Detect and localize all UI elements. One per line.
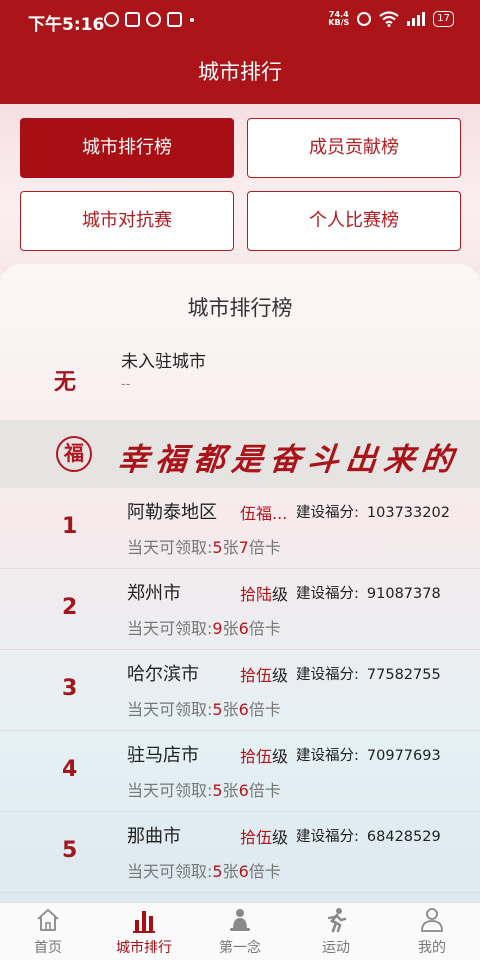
nav-label: 首页 xyxy=(34,940,62,956)
city-name: 那曲市 xyxy=(127,826,181,847)
wifi-icon xyxy=(379,11,399,27)
bar-chart-icon xyxy=(133,911,155,933)
slogan-text: 幸福都是奋斗出来的 xyxy=(115,442,462,478)
notification-icons xyxy=(104,12,194,27)
nav-label: 我的 xyxy=(418,940,446,956)
alarm-icon xyxy=(357,12,372,26)
city-name: 驻马店市 xyxy=(127,745,199,766)
claimable-cards: 当天可领取:5张7倍卡 xyxy=(127,538,281,557)
city-level: 拾伍级 xyxy=(240,666,289,685)
bottom-nav: 首页 城市排行 第一念 运动 我的 xyxy=(0,902,480,960)
nav-sport[interactable]: 运动 xyxy=(288,903,384,960)
running-icon xyxy=(327,908,347,933)
city-level: 拾伍级 xyxy=(240,747,289,766)
city-name: 郑州市 xyxy=(127,583,181,604)
nav-home[interactable]: 首页 xyxy=(0,903,96,960)
signal-icon xyxy=(407,12,426,26)
status-bar: 下午5:16 74.4 KB/S 17 xyxy=(0,0,480,40)
build-points: 建设福分: 77582755 xyxy=(296,667,441,683)
my-city-rank: 无 xyxy=(54,370,77,395)
rank-number: 2 xyxy=(62,595,78,620)
ranking-row[interactable]: 3 哈尔滨市 拾伍级 建设福分: 77582755 当天可领取:5张6倍卡 xyxy=(0,650,480,731)
my-city-sub: -- xyxy=(121,377,131,392)
my-city-name: 未入驻城市 xyxy=(121,352,206,372)
block-icon xyxy=(146,12,161,27)
nav-city-ranking[interactable]: 城市排行 xyxy=(96,903,192,960)
notification-icon xyxy=(104,12,119,27)
ranking-row[interactable]: 5 那曲市 拾伍级 建设福分: 68428529 当天可领取:5张6倍卡 xyxy=(0,812,480,893)
fu-seal-icon: 福 xyxy=(56,436,92,472)
rank-number: 5 xyxy=(62,838,78,863)
build-points: 建设福分: 68428529 xyxy=(296,829,441,845)
net-speed: 74.4 KB/S xyxy=(328,10,350,27)
city-name: 哈尔滨市 xyxy=(127,664,199,685)
tab-city-ranking[interactable]: 城市排行榜 xyxy=(20,118,234,178)
nav-label: 运动 xyxy=(322,940,350,956)
nav-mine[interactable]: 我的 xyxy=(384,903,480,960)
meditation-icon xyxy=(230,909,250,931)
ranking-title: 城市排行榜 xyxy=(187,296,293,320)
ranking-row[interactable]: 1 阿勒泰地区 伍福... 建设福分: 103733202 当天可领取:5张7倍卡 xyxy=(0,488,480,569)
city-level: 拾陆级 xyxy=(240,585,289,604)
nav-first-thought[interactable]: 第一念 xyxy=(192,903,288,960)
build-points: 建设福分: 91087378 xyxy=(296,586,441,602)
build-points: 建设福分: 103733202 xyxy=(296,505,450,521)
hero-area: 城市排行榜 成员贡献榜 城市对抗赛 个人比赛榜 xyxy=(0,104,480,274)
weibo-icon xyxy=(167,12,182,27)
city-level: 伍福... xyxy=(240,504,288,523)
tab-member-contribution[interactable]: 成员贡献榜 xyxy=(247,118,461,178)
nav-label: 城市排行 xyxy=(116,940,172,956)
ranking-card: 城市排行榜 无 未入驻城市 -- 福 幸福都是奋斗出来的 1 阿勒泰地区 伍福.… xyxy=(0,264,480,902)
rank-number: 1 xyxy=(62,514,78,539)
battery-icon: 17 xyxy=(433,11,454,27)
city-level: 拾伍级 xyxy=(240,828,289,847)
user-icon xyxy=(421,908,443,932)
more-dot-icon xyxy=(190,17,194,22)
nav-label: 第一念 xyxy=(219,940,261,956)
ranking-row[interactable]: 4 驻马店市 拾伍级 建设福分: 70977693 当天可领取:5张6倍卡 xyxy=(0,731,480,812)
snapchat-icon xyxy=(125,12,140,27)
city-name: 阿勒泰地区 xyxy=(127,502,217,523)
tab-personal-match[interactable]: 个人比赛榜 xyxy=(247,191,461,251)
tab-city-battle[interactable]: 城市对抗赛 xyxy=(20,191,234,251)
home-icon xyxy=(37,908,59,931)
claimable-cards: 当天可领取:5张6倍卡 xyxy=(127,862,281,881)
rank-number: 3 xyxy=(62,676,78,701)
claimable-cards: 当天可领取:5张6倍卡 xyxy=(127,781,281,800)
page-title: 城市排行 xyxy=(0,40,480,104)
status-time: 下午5:16 xyxy=(28,15,105,35)
claimable-cards: 当天可领取:5张6倍卡 xyxy=(127,700,281,719)
rank-number: 4 xyxy=(62,757,78,782)
ranking-row[interactable]: 2 郑州市 拾陆级 建设福分: 91087378 当天可领取:9张6倍卡 xyxy=(0,569,480,650)
claimable-cards: 当天可领取:9张6倍卡 xyxy=(127,619,281,638)
system-icons: 74.4 KB/S 17 xyxy=(328,11,454,27)
build-points: 建设福分: 70977693 xyxy=(296,748,441,764)
slogan-banner: 福 幸福都是奋斗出来的 xyxy=(0,420,480,488)
